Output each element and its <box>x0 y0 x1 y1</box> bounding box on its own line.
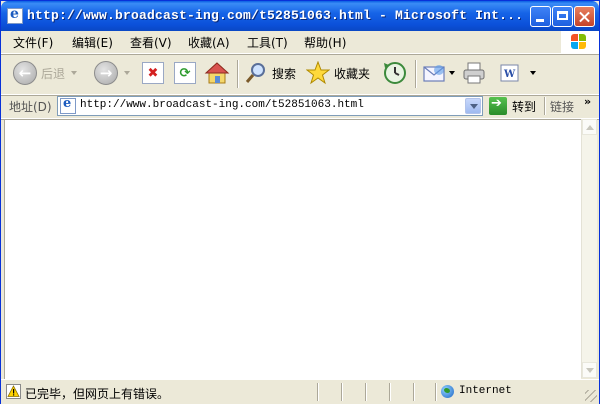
go-arrow-icon <box>489 96 507 115</box>
standard-toolbar: ← 后退 → ✖ ⟳ 搜索 收藏夹 W <box>1 54 599 95</box>
links-separator <box>544 97 546 115</box>
status-pane-separator <box>413 383 415 401</box>
favorites-star-icon <box>306 61 330 85</box>
refresh-icon: ⟳ <box>174 62 196 84</box>
mail-dropdown-icon[interactable] <box>449 71 455 75</box>
menu-bar: 文件(F) 编辑(E) 查看(V) 收藏(A) 工具(T) 帮助(H) <box>1 31 599 54</box>
favorites-button[interactable]: 收藏夹 <box>306 58 370 88</box>
word-document-icon: W <box>500 64 519 82</box>
stop-button[interactable]: ✖ <box>142 58 164 88</box>
printer-icon <box>463 62 485 84</box>
address-bar: 地址(D) http://www.broadcast-ing.com/t5285… <box>1 95 599 119</box>
windows-flag-icon <box>571 34 587 50</box>
status-pane-separator <box>389 383 391 401</box>
go-label: 转到 <box>512 99 537 114</box>
address-url[interactable]: http://www.broadcast-ing.com/t52851063.h… <box>80 99 364 111</box>
close-button[interactable] <box>574 6 595 27</box>
address-input[interactable]: http://www.broadcast-ing.com/t52851063.h… <box>57 96 483 116</box>
back-button[interactable]: ← 后退 <box>13 58 78 88</box>
forward-dropdown-icon[interactable] <box>124 71 130 75</box>
page-error-warning-icon[interactable] <box>6 384 21 399</box>
page-content-area[interactable] <box>4 119 581 379</box>
edit-dropdown-icon[interactable] <box>530 71 536 75</box>
status-pane-separator <box>365 383 367 401</box>
stop-icon: ✖ <box>142 62 164 84</box>
history-clock-icon <box>384 62 406 84</box>
mail-envelope-icon <box>423 65 445 82</box>
toolbar-separator <box>237 60 239 88</box>
title-bar[interactable]: http://www.broadcast-ing.com/t52851063.h… <box>1 1 599 31</box>
back-label: 后退 <box>41 66 66 81</box>
internet-zone-globe-icon <box>441 385 454 398</box>
search-magnifier-icon <box>245 63 265 83</box>
address-label: 地址(D) <box>9 100 52 114</box>
windows-logo <box>561 31 599 53</box>
status-pane-separator <box>435 383 437 401</box>
menu-tools[interactable]: 工具(T) <box>247 34 288 51</box>
menu-help[interactable]: 帮助(H) <box>304 34 346 51</box>
home-icon <box>204 62 230 84</box>
menu-view[interactable]: 查看(V) <box>130 34 172 51</box>
home-button[interactable] <box>204 58 230 88</box>
ie-page-icon <box>60 96 76 114</box>
menu-edit[interactable]: 编辑(E) <box>72 34 113 51</box>
minimize-button[interactable] <box>530 6 551 27</box>
history-button[interactable] <box>382 58 408 88</box>
mail-button[interactable] <box>422 58 455 88</box>
back-arrow-icon: ← <box>13 61 37 85</box>
refresh-button[interactable]: ⟳ <box>174 58 196 88</box>
resize-grip[interactable] <box>585 390 597 402</box>
search-label: 搜索 <box>272 66 297 81</box>
status-bar: 已完毕，但网页上有错误。 Internet <box>1 379 599 404</box>
status-text: 已完毕，但网页上有错误。 <box>25 387 170 401</box>
menu-file[interactable]: 文件(F) <box>13 34 53 51</box>
edit-with-word-button[interactable]: W <box>498 58 536 88</box>
favorites-label: 收藏夹 <box>334 66 371 81</box>
forward-arrow-icon: → <box>94 61 118 85</box>
search-button[interactable]: 搜索 <box>244 58 296 88</box>
svg-text:W: W <box>503 69 516 80</box>
menu-favorites[interactable]: 收藏(A) <box>188 34 230 51</box>
back-dropdown-icon[interactable] <box>71 71 78 75</box>
scroll-up-button[interactable] <box>582 119 597 135</box>
go-button[interactable]: 转到 <box>489 96 537 115</box>
scroll-down-button[interactable] <box>582 362 597 378</box>
window-title: http://www.broadcast-ing.com/t52851063.h… <box>27 8 524 23</box>
vertical-scrollbar[interactable] <box>581 119 597 378</box>
print-button[interactable] <box>461 58 487 88</box>
ie-page-icon <box>7 6 23 24</box>
status-pane-separator <box>341 383 343 401</box>
toolbar-chevron-icon[interactable]: » <box>584 95 591 108</box>
status-pane-separator <box>317 383 319 401</box>
ie-window: http://www.broadcast-ing.com/t52851063.h… <box>0 0 600 404</box>
address-dropdown-icon[interactable] <box>465 98 481 114</box>
toolbar-separator <box>415 60 417 88</box>
maximize-button[interactable] <box>552 6 573 27</box>
links-toolbar-button[interactable]: 链接 <box>550 98 574 115</box>
forward-button[interactable]: → <box>94 58 130 88</box>
security-zone-label: Internet <box>459 385 512 397</box>
